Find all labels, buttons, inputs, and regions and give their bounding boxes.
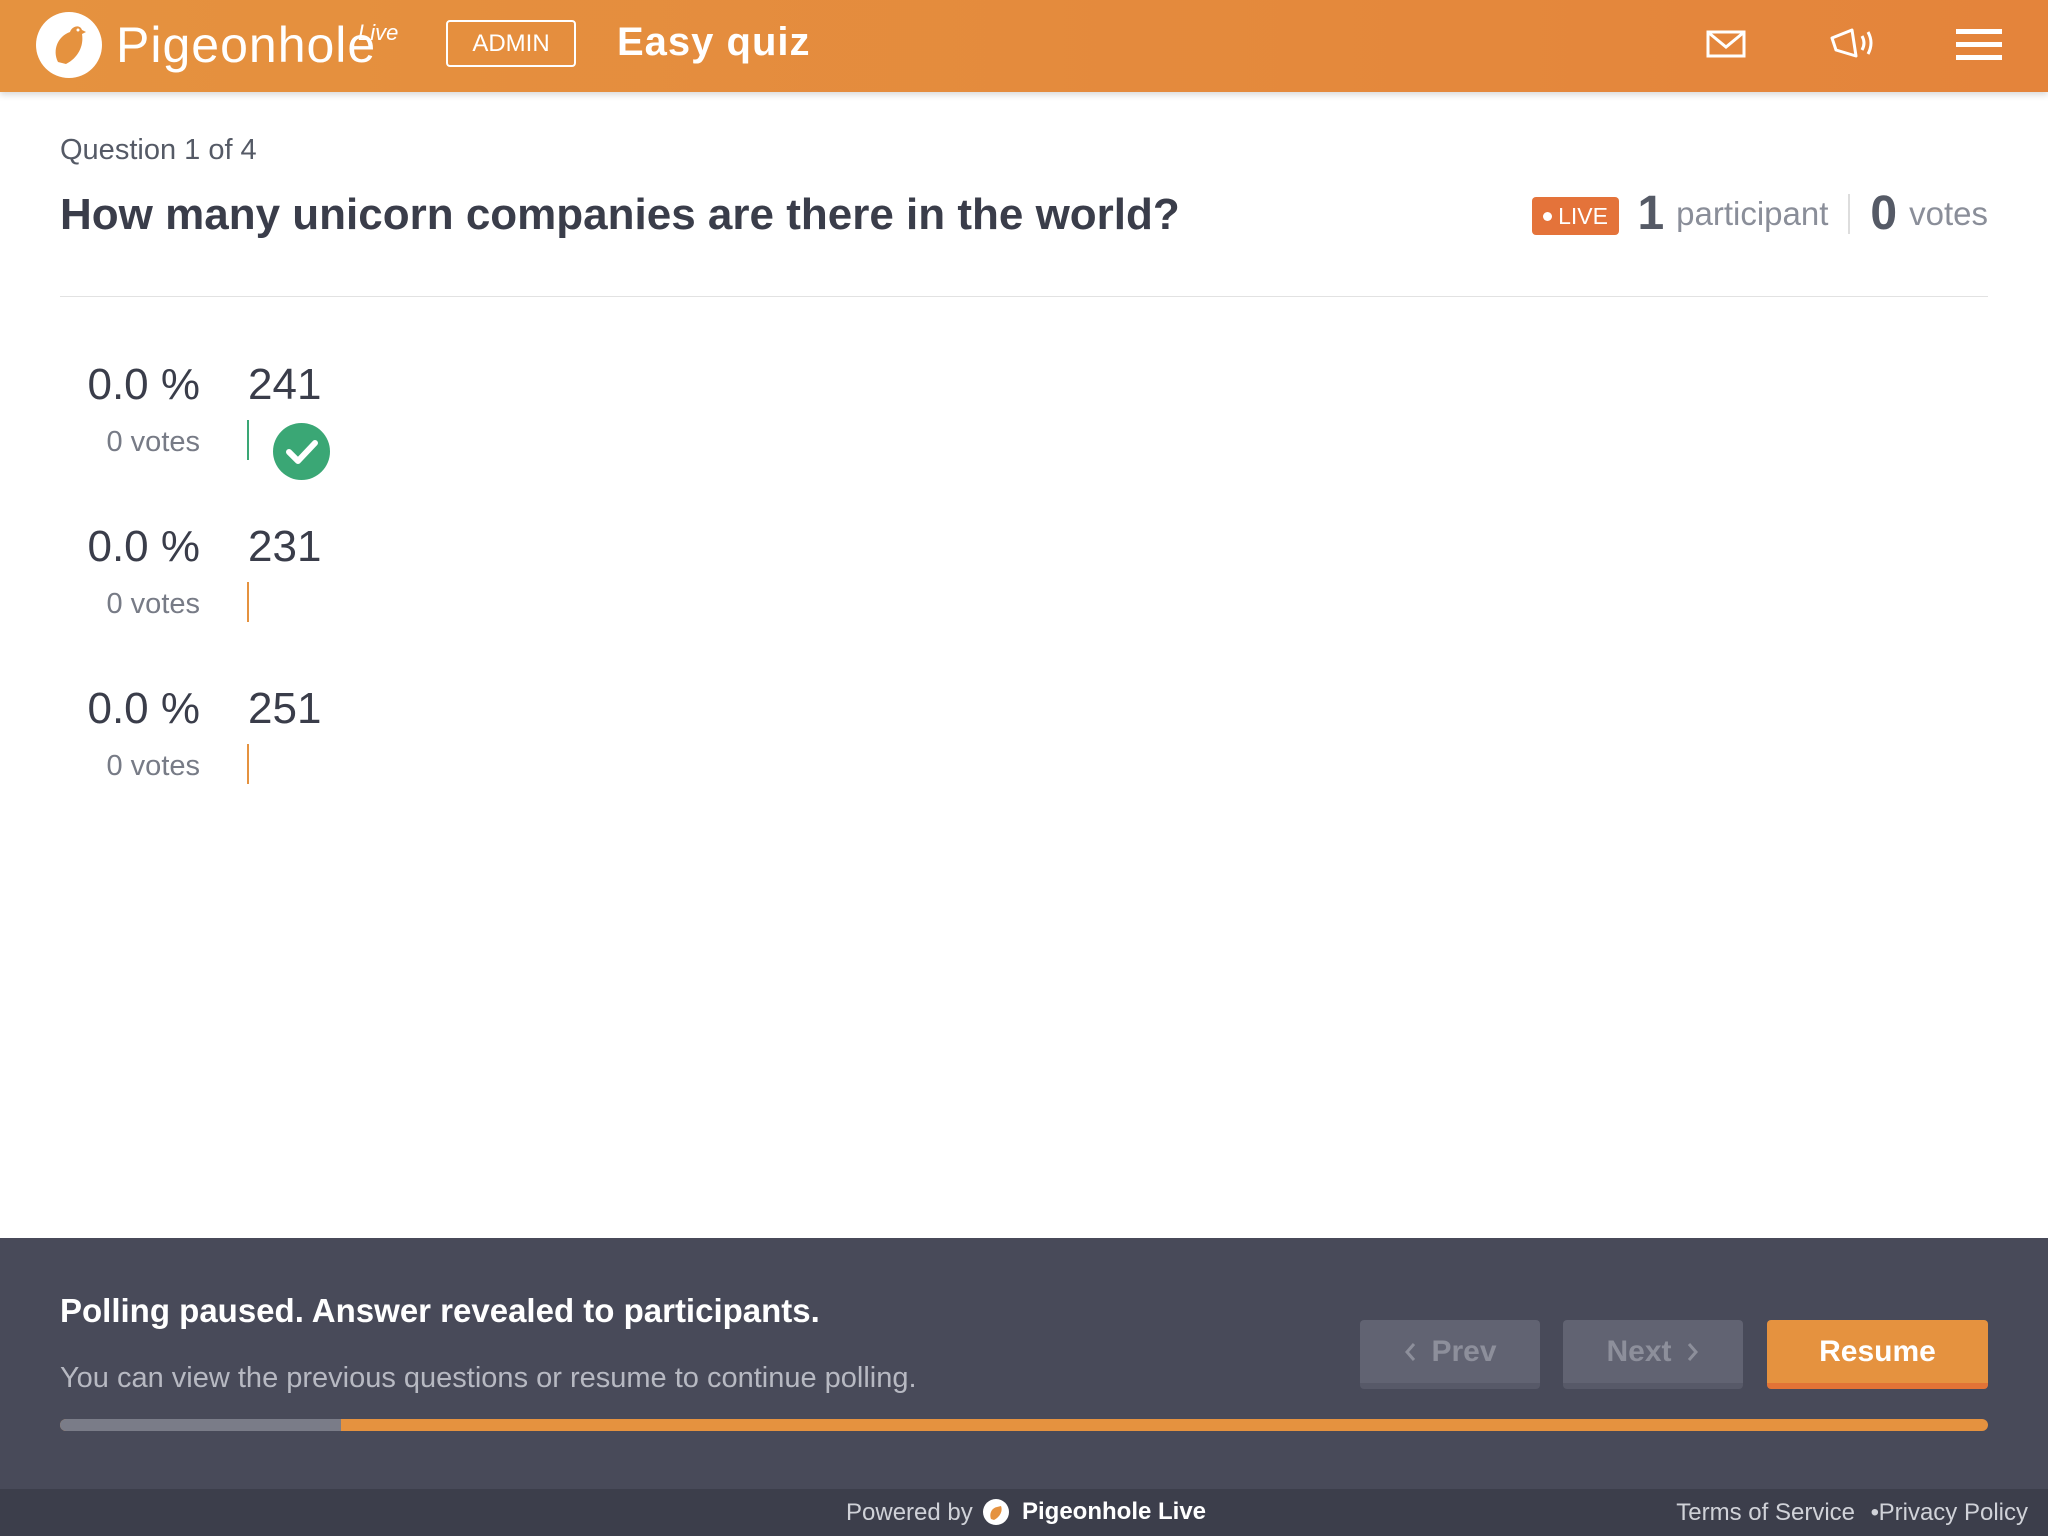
- question-counter: Question 1 of 4: [60, 134, 257, 166]
- chevron-left-icon: [1405, 1342, 1416, 1361]
- question-progress-bar: [60, 1419, 1988, 1431]
- event-title: Easy quiz: [617, 20, 811, 64]
- option-answer: 251: [248, 684, 322, 733]
- resume-button[interactable]: Resume: [1767, 1320, 1988, 1389]
- divider: [60, 296, 1988, 297]
- brand-suffix: Live: [358, 20, 399, 45]
- option-answer: 231: [248, 522, 322, 571]
- footer: Powered by Pigeonhole Live Terms of Serv…: [0, 1489, 2048, 1536]
- mail-icon[interactable]: [1706, 24, 1746, 69]
- prev-button[interactable]: Prev: [1360, 1320, 1540, 1389]
- option-row: 0.0 % 0 votes 231: [0, 522, 800, 672]
- panel-subtitle: You can view the previous questions or r…: [60, 1362, 917, 1394]
- option-row: 0.0 % 0 votes 241: [0, 360, 800, 510]
- resume-label: Resume: [1819, 1334, 1936, 1368]
- live-badge: LIVE: [1532, 197, 1619, 235]
- stats-divider: [1848, 193, 1851, 234]
- admin-button[interactable]: ADMIN: [446, 20, 576, 67]
- vote-count: 0: [1870, 187, 1898, 240]
- question-title: How many unicorn companies are there in …: [60, 190, 1180, 239]
- panel-title: Polling paused. Answer revealed to parti…: [60, 1292, 820, 1329]
- option-bar: [247, 582, 249, 622]
- option-votes: 0 votes: [106, 750, 201, 782]
- question-stats: 1 participant 0 votes: [1637, 186, 1988, 241]
- option-row: 0.0 % 0 votes 251: [0, 684, 800, 834]
- pigeonhole-logo-icon: [983, 1499, 1009, 1525]
- powered-by-label: Powered by: [846, 1499, 973, 1526]
- participant-count: 1: [1637, 187, 1665, 240]
- next-label: Next: [1606, 1334, 1672, 1368]
- terms-link[interactable]: Terms of Service: [1676, 1499, 1855, 1527]
- progress-fill: [60, 1419, 342, 1431]
- votes-label: votes: [1909, 194, 1988, 232]
- pigeonhole-logo-icon[interactable]: [36, 12, 102, 78]
- menu-icon[interactable]: [1956, 24, 2002, 69]
- privacy-link[interactable]: Privacy Policy: [1879, 1499, 2028, 1527]
- option-votes: 0 votes: [106, 588, 201, 620]
- correct-check-icon: [273, 423, 330, 480]
- option-bar: [247, 420, 249, 460]
- control-panel: Polling paused. Answer revealed to parti…: [0, 1238, 2048, 1489]
- next-button[interactable]: Next: [1563, 1320, 1743, 1389]
- option-votes: 0 votes: [106, 426, 201, 458]
- option-percent: 0.0 %: [87, 522, 200, 571]
- live-label: LIVE: [1558, 202, 1608, 229]
- brand-name: Pigeonhole: [116, 17, 377, 73]
- option-percent: 0.0 %: [87, 360, 200, 409]
- participant-label: participant: [1676, 194, 1829, 232]
- footer-brand-link[interactable]: Pigeonhole Live: [1022, 1498, 1206, 1526]
- live-dot-icon: [1543, 211, 1553, 221]
- top-bar: Pigeonhole Live ADMIN Easy quiz: [0, 0, 2048, 92]
- option-answer: 241: [248, 360, 322, 409]
- megaphone-icon[interactable]: [1828, 24, 1880, 69]
- chevron-right-icon: [1687, 1342, 1698, 1361]
- prev-label: Prev: [1431, 1334, 1497, 1368]
- option-percent: 0.0 %: [87, 684, 200, 733]
- option-bar: [247, 744, 249, 784]
